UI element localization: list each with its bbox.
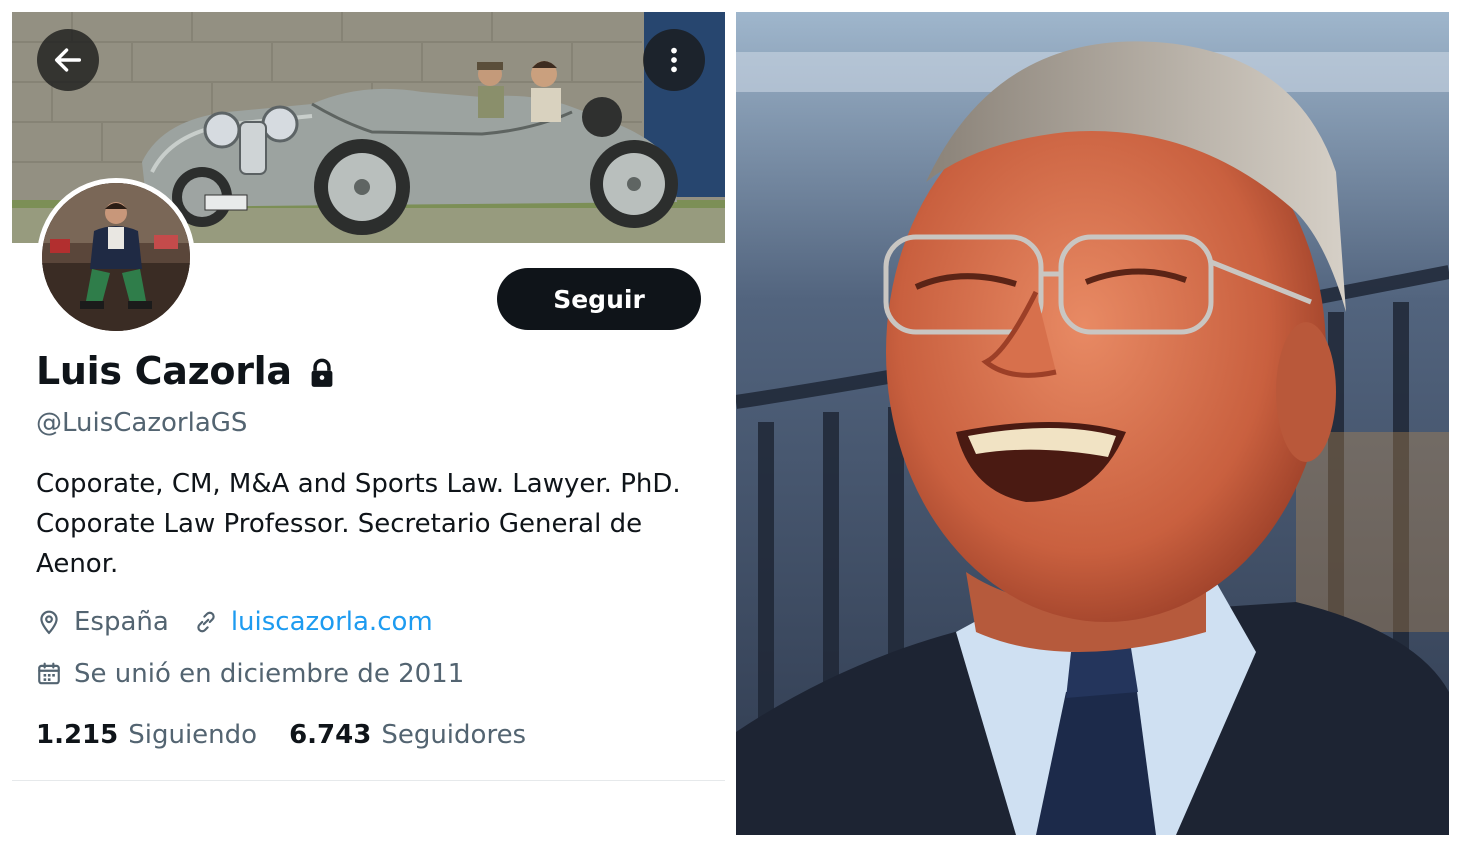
profile-meta-location-website: España luiscazorla.com <box>36 607 433 637</box>
profile-name-row: Luis Cazorla <box>36 349 336 393</box>
website-link[interactable]: luiscazorla.com <box>231 607 433 637</box>
avatar[interactable] <box>37 178 195 336</box>
profile-card: Seguir Luis Cazorla @LuisCazorlaGS Copor… <box>12 12 725 835</box>
link-icon <box>197 611 215 633</box>
calendar-icon <box>38 662 60 685</box>
more-vertical-icon <box>671 47 677 73</box>
website-item[interactable]: luiscazorla.com <box>193 607 433 637</box>
arrow-left-icon <box>54 48 82 72</box>
portrait-photo <box>736 12 1449 835</box>
more-options-button[interactable] <box>643 29 705 91</box>
joined-item: Se unió en diciembre de 2011 <box>36 659 464 689</box>
profile-stats: 1.215 Siguiendo 6.743 Seguidores <box>36 720 526 750</box>
followers-stat[interactable]: 6.743 Seguidores <box>289 720 526 750</box>
location-text: España <box>74 607 169 637</box>
lock-icon <box>308 358 336 388</box>
profile-bio: Coporate, CM, M&A and Sports Law. Lawyer… <box>36 469 681 579</box>
following-stat[interactable]: 1.215 Siguiendo <box>36 720 257 750</box>
location-item: España <box>36 607 169 637</box>
following-count: 1.215 <box>36 720 119 750</box>
screenshot-canvas: Seguir Luis Cazorla @LuisCazorlaGS Copor… <box>0 0 1460 847</box>
followers-label: Seguidores <box>381 720 527 750</box>
following-label: Siguiendo <box>128 720 258 750</box>
followers-count: 6.743 <box>289 720 372 750</box>
profile-meta-joined: Se unió en diciembre de 2011 <box>36 659 464 689</box>
profile-divider <box>12 780 725 781</box>
location-pin-icon <box>40 610 58 635</box>
profile-handle: @LuisCazorlaGS <box>36 408 248 438</box>
back-button[interactable] <box>37 29 99 91</box>
follow-button[interactable]: Seguir <box>497 268 701 330</box>
joined-text: Se unió en diciembre de 2011 <box>74 659 465 689</box>
display-name: Luis Cazorla <box>36 349 292 393</box>
